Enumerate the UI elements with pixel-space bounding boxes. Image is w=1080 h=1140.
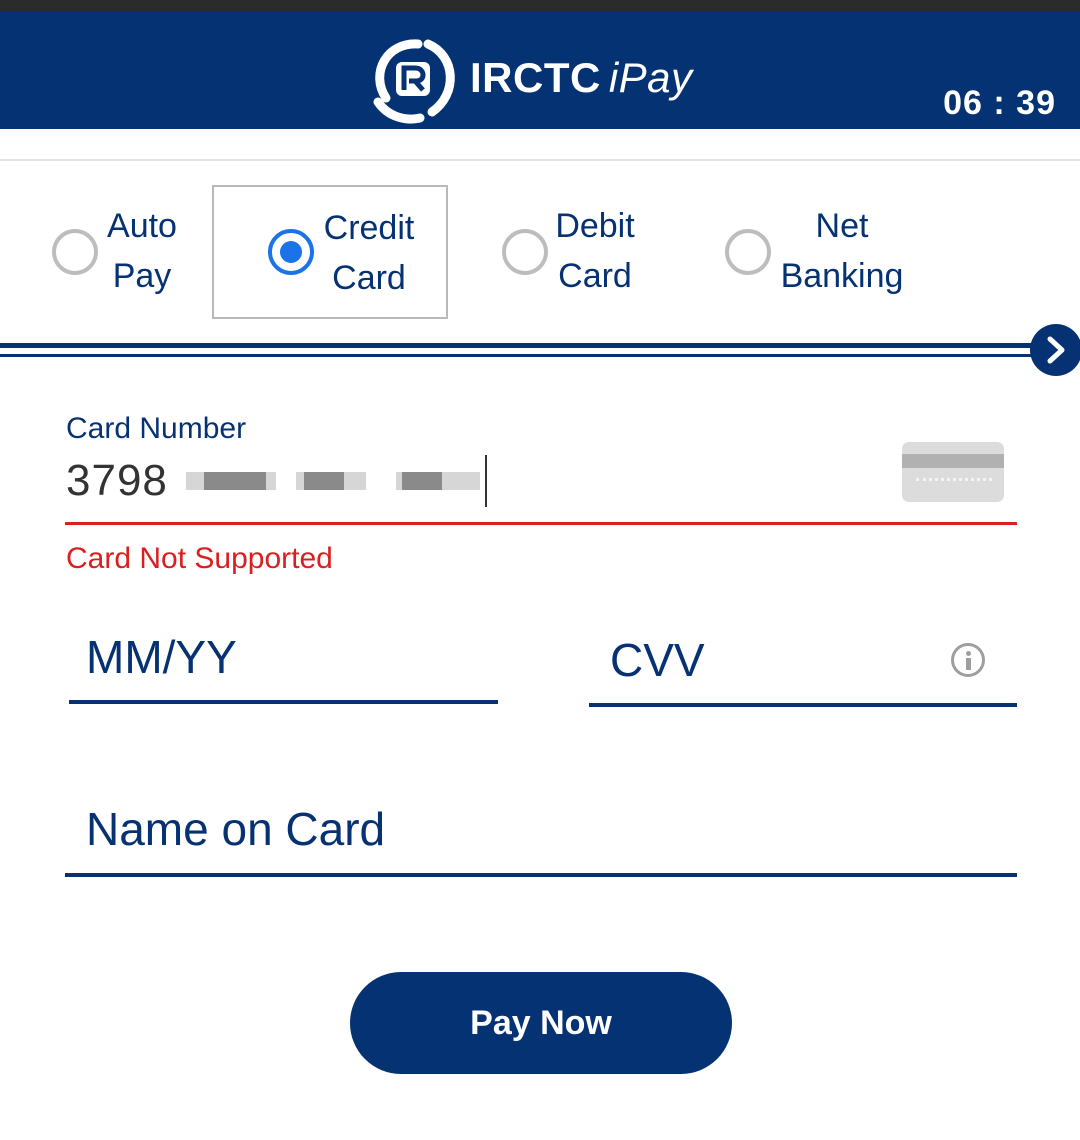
chevron-right-icon — [1047, 336, 1065, 364]
name-on-card-underline — [65, 873, 1017, 877]
tab-debit-card-line2: Card — [558, 257, 632, 295]
tab-net-banking-line1: Net — [815, 207, 869, 245]
cvv-underline — [589, 703, 1017, 707]
app-header: IRCTC iPay 06 : 39 — [0, 12, 1080, 129]
session-timer: 06 : 39 — [943, 84, 1056, 122]
tab-credit-card-line1: Credit — [323, 209, 415, 247]
expiry-underline — [69, 700, 498, 704]
masked-digits — [304, 472, 344, 490]
header-divider — [0, 159, 1080, 161]
tab-net-banking-line2: Banking — [780, 257, 904, 295]
expiry-placeholder: MM/YY — [86, 631, 237, 683]
text-cursor — [485, 455, 487, 507]
tabs-divider-bottom — [0, 354, 1040, 357]
pay-now-button[interactable]: Pay Now — [350, 972, 732, 1074]
masked-digits — [402, 472, 442, 490]
status-bar — [0, 0, 1080, 12]
tab-net-banking[interactable]: Net Banking — [723, 185, 923, 319]
tab-debit-card[interactable]: Debit Card — [500, 185, 660, 319]
payment-method-tabs: Auto Pay Credit Card Debit Card Net Bank… — [0, 185, 1080, 325]
radio-auto-pay[interactable] — [52, 229, 98, 275]
cvv-placeholder: CVV — [610, 634, 705, 686]
radio-net-banking[interactable] — [725, 229, 771, 275]
info-icon[interactable] — [951, 643, 985, 677]
tab-auto-pay[interactable]: Auto Pay — [50, 185, 200, 319]
brand-name: IRCTC — [470, 54, 601, 101]
brand-title: IRCTC iPay — [470, 54, 693, 102]
tab-auto-pay-line2: Pay — [112, 257, 172, 295]
tab-debit-card-line1: Debit — [555, 207, 635, 245]
radio-credit-card[interactable] — [268, 229, 314, 275]
card-number-value: 3798 — [66, 456, 168, 505]
card-number-label: Card Number — [66, 412, 247, 445]
credit-card-icon — [902, 442, 1004, 502]
tab-auto-pay-line1: Auto — [107, 207, 177, 245]
tab-credit-card-line2: Card — [332, 259, 406, 297]
name-on-card-placeholder: Name on Card — [86, 803, 386, 855]
brand-suffix: iPay — [608, 54, 693, 101]
tabs-divider-top — [0, 343, 1040, 348]
card-number-underline — [65, 522, 1017, 525]
radio-debit-card[interactable] — [502, 229, 548, 275]
scroll-next-button[interactable] — [1030, 324, 1080, 376]
masked-digits — [204, 472, 266, 490]
irctc-logo-icon — [373, 39, 455, 124]
tab-credit-card[interactable]: Credit Card — [212, 185, 448, 319]
card-error-message: Card Not Supported — [66, 542, 333, 575]
